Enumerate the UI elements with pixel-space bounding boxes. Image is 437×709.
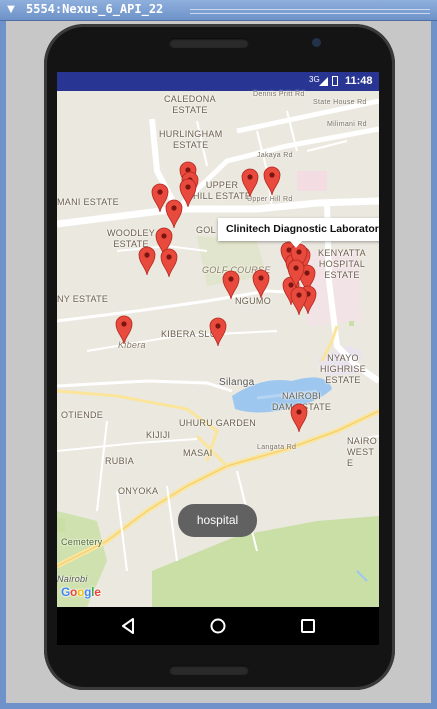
map-label-cemetery: Cemetery [61,537,103,547]
emulator-titlebar: ▼ 5554:Nexus_6_API_22 [0,0,437,21]
map-label-nairobi-west: NAIRO WEST E [347,436,378,468]
back-icon[interactable] [119,617,137,635]
speaker-grille-bottom [169,665,249,675]
map-label-milimani: Milimani Rd [327,121,367,128]
map-label-dennis: Dennis Pritt Rd [253,91,305,98]
front-camera [312,38,321,47]
map-label-kilimani: MANI ESTATE [57,197,119,207]
map-label-rubia: RUBIA [105,456,135,466]
phone-screen: 3G 11:48 CALEDONA ESTATE HURLINGHAM ESTA… [57,72,379,607]
map-label-nyayo: NYAYO HIGHRISE ESTATE [320,353,366,385]
map-label-kijiji: KIJIJI [146,430,171,440]
recents-icon[interactable] [299,617,317,635]
map-label-kenyatta: KENYATTA HOSPITAL ESTATE [318,248,366,280]
marker-info-window[interactable]: Clinitech Diagnostic Laboratory [218,218,379,241]
map-label-caledonia: CALEDONA ESTATE [164,94,216,115]
map-label-jamhuri: NY ESTATE [57,294,109,304]
status-time: 11:48 [345,75,373,87]
map-marker-icon[interactable] [287,259,305,289]
window-frame-bottom [0,703,437,709]
titlebar-decoration [190,9,430,14]
map-label-langata: Langata Rd [257,444,297,451]
window-frame-right [431,21,437,704]
map-label-silanga: Silanga [219,377,255,388]
map-label-otiende: OTIENDE [61,410,104,420]
map-label-nairobi: Nairobi [57,574,88,584]
map-marker-icon[interactable] [290,403,308,433]
home-icon[interactable] [209,617,227,635]
info-window-tail [290,241,302,248]
android-navbar [57,607,379,645]
signal-strength-icon [319,77,328,86]
map-marker-icon[interactable] [222,270,240,300]
speaker-grille-top [169,38,249,48]
map-marker-icon[interactable] [160,248,178,278]
window-title: 5554:Nexus_6_API_22 [26,2,164,16]
map-marker-icon[interactable] [209,317,227,347]
map-marker-icon[interactable] [252,269,270,299]
map-marker-icon[interactable] [179,178,197,208]
map-label-masai: MASAI [183,448,213,458]
map-marker-icon[interactable] [115,315,133,345]
status-bar: 3G 11:48 [57,72,379,91]
map-marker-icon[interactable] [290,286,308,316]
google-logo: Google [61,585,101,599]
map-marker-icon[interactable] [263,166,281,196]
battery-icon [332,76,338,86]
chevron-down-icon[interactable]: ▼ [3,3,19,17]
toast-message: hospital [178,504,257,537]
map-label-golf: GOL [196,225,216,235]
map-label-state-house: State House Rd [313,99,367,106]
map-label-jakaya: Jakaya Rd [257,152,293,159]
map-marker-icon[interactable] [241,168,259,198]
map-label-onyoka: ONYOKA [118,486,159,496]
map-marker-icon[interactable] [138,246,156,276]
map-label-uhuru: UHURU GARDEN [179,418,257,428]
map-label-hurlingham: HURLINGHAM ESTATE [159,129,223,150]
